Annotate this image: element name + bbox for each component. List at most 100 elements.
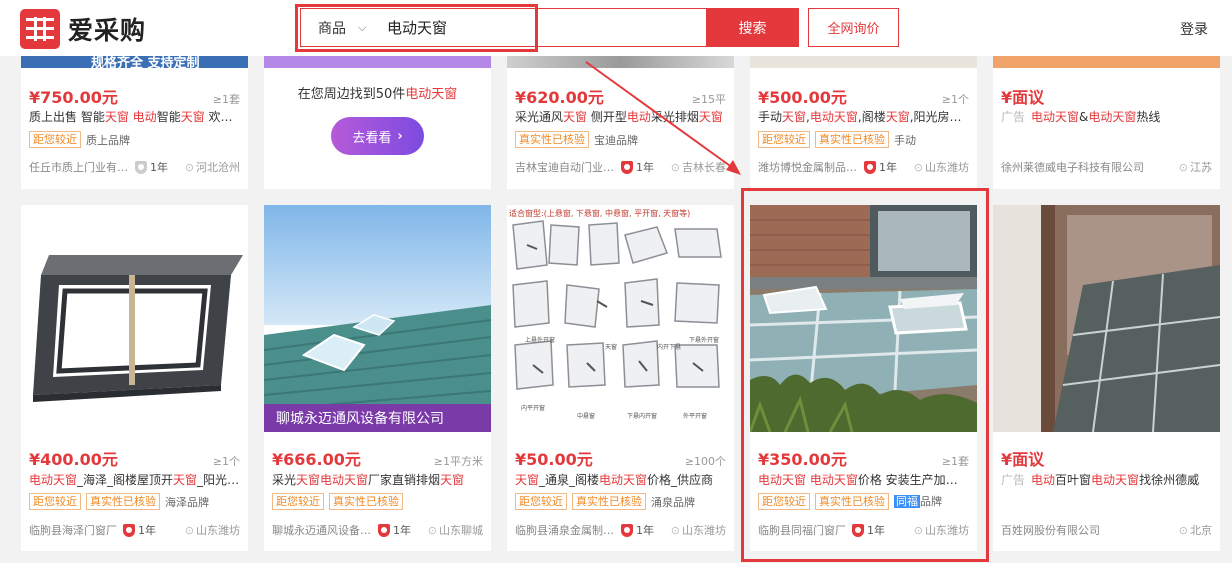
photo-watermark-text: 聊城永迈通风设备有限公司 — [276, 411, 444, 427]
search-category-select[interactable]: 商品 ⌵ — [301, 18, 379, 38]
brand-label: 质上品牌 — [86, 133, 130, 147]
product-image[interactable] — [507, 56, 734, 68]
seller-location: 江苏 — [1190, 161, 1212, 174]
seller-name[interactable]: 百姓网股份有限公司 — [1001, 522, 1100, 538]
product-price: ¥面议 — [1001, 450, 1045, 469]
product-card[interactable]: ¥350.00元 ≥1套 电动天窗 电动天窗价格 安装生产加工厂家 距您较近 真… — [750, 205, 977, 551]
seller-name[interactable]: 临朐县海泽门窗厂 — [29, 522, 117, 538]
product-card[interactable]: ¥400.00元 ≥1个 电动天窗_海泽_阁楼屋顶开天窗_阳光房天窗 距您较近 … — [21, 205, 248, 551]
seller-location: 吉林长春 — [682, 161, 726, 174]
ad-card[interactable]: ¥面议 广告 电动百叶窗电动天窗找徐州德威 百姓网股份有限公司 ⊙ 北京 — [993, 205, 1220, 551]
tag-verified: 真实性已核验 — [515, 131, 589, 148]
product-title[interactable]: 质上出售 智能天窗 电动智能天窗 欢迎选购 — [29, 108, 240, 125]
seller-location: 河北沧州 — [196, 161, 240, 174]
go-see-label: 去看看 — [352, 130, 392, 146]
card-top-strip — [264, 56, 491, 68]
location-pin-icon: ⊙ — [1178, 161, 1188, 174]
product-title[interactable]: 手动天窗,电动天窗,阁楼天窗,阳光房天窗 — [758, 108, 969, 125]
product-price: ¥面议 — [1001, 88, 1045, 107]
product-card[interactable]: ¥620.00元 ≥15平 采光通风天窗 侧开型电动采光排烟天窗 真实性已核验 … — [507, 56, 734, 189]
product-price: ¥350.00元 — [758, 450, 847, 469]
tag-verified: 真实性已核验 — [329, 493, 403, 510]
inquiry-button[interactable]: 全网询价 — [808, 8, 899, 47]
top-header: 爱采购 商品 ⌵ 搜索 全网询价 登录 — [0, 0, 1232, 56]
seller-name[interactable]: 临朐县同福门窗厂 — [758, 522, 846, 538]
seller-years: 1年 — [867, 524, 885, 537]
shield-icon — [378, 523, 390, 537]
product-image[interactable]: 聊城永迈通风设备有限公司 — [264, 205, 491, 432]
ad-title[interactable]: 广告 电动百叶窗电动天窗找徐州德威 — [1001, 471, 1212, 488]
min-order: ≥100个 — [684, 455, 726, 468]
seller-name[interactable]: 吉林宝迪自动门业有限公司 — [515, 159, 615, 175]
go-see-button[interactable]: 去看看 › — [331, 117, 424, 155]
product-price: ¥750.00元 — [29, 88, 118, 107]
seller-line: 潍坊博悦金属制品有限公司 1年 ⊙山东潍坊 — [758, 159, 969, 175]
login-link[interactable]: 登录 — [1180, 19, 1208, 39]
location-pin-icon: ⊙ — [670, 161, 680, 174]
product-image[interactable]: 适合窗型:(上悬窗, 下悬窗, 中悬窗, 平开窗, 天窗等) 上悬外开窗 天窗 … — [507, 205, 734, 432]
product-tags: 真实性已核验 宝迪品牌 — [515, 131, 638, 148]
tag-verified: 真实性已核验 — [815, 131, 889, 148]
seller-location: 山东潍坊 — [925, 524, 969, 537]
ad-card[interactable]: ¥面议 广告 电动天窗&电动天窗热线 徐州莱德威电子科技有限公司 ⊙ 江苏 — [993, 56, 1220, 189]
location-pin-icon: ⊙ — [670, 524, 680, 537]
product-price: ¥666.00元 — [272, 450, 361, 469]
product-card[interactable]: ¥500.00元 ≥1个 手动天窗,电动天窗,阁楼天窗,阳光房天窗 距您较近 真… — [750, 56, 977, 189]
seller-name[interactable]: 徐州莱德威电子科技有限公司 — [1001, 159, 1144, 175]
seller-location: 山东潍坊 — [925, 161, 969, 174]
seller-name[interactable]: 任丘市质上门业有限公司 — [29, 159, 129, 175]
min-order: ≥1套 — [212, 93, 240, 106]
product-title[interactable]: 采光通风天窗 侧开型电动采光排烟天窗 — [515, 108, 726, 125]
tag-verified: 真实性已核验 — [86, 493, 160, 510]
product-tags: 距您较近 真实性已核验 涌泉品牌 — [515, 493, 695, 510]
product-price: ¥500.00元 — [758, 88, 847, 107]
seller-line: 任丘市质上门业有限公司 1年 ⊙河北沧州 — [29, 159, 240, 175]
ad-image[interactable] — [993, 56, 1220, 68]
seller-years: 1年 — [393, 524, 411, 537]
location-pin-icon: ⊙ — [913, 524, 923, 537]
seller-location: 山东潍坊 — [196, 524, 240, 537]
product-tags: 距您较近 真实性已核验 — [272, 493, 403, 510]
product-image[interactable] — [21, 205, 248, 432]
logo-icon — [20, 9, 60, 49]
product-title[interactable]: 电动天窗_海泽_阁楼屋顶开天窗_阳光房天窗 — [29, 471, 240, 488]
seller-name[interactable]: 聊城永迈通风设备有限公司 — [272, 522, 372, 538]
product-image[interactable]: 规格齐全 支持定制 — [21, 56, 248, 68]
search-input[interactable] — [387, 18, 687, 37]
shield-icon — [621, 160, 633, 174]
product-price: ¥50.00元 — [515, 450, 593, 469]
location-pin-icon: ⊙ — [184, 524, 194, 537]
product-image[interactable] — [750, 205, 977, 432]
ad-title[interactable]: 广告 电动天窗&电动天窗热线 — [1001, 108, 1212, 125]
seller-line: 临朐县涌泉金属制品厂 1年 ⊙ 山东潍坊 — [515, 522, 726, 538]
nearby-text: 在您周边找到50件电动天窗 — [297, 87, 458, 102]
product-card[interactable]: 适合窗型:(上悬窗, 下悬窗, 中悬窗, 平开窗, 天窗等) 上悬外开窗 天窗 … — [507, 205, 734, 551]
min-order: ≥1个 — [212, 455, 240, 468]
diagram-label: 中悬窗 — [577, 413, 596, 420]
product-card[interactable]: 规格齐全 支持定制 ¥750.00元 ≥1套 质上出售 智能天窗 电动智能天窗 … — [21, 56, 248, 189]
seller-name[interactable]: 潍坊博悦金属制品有限公司 — [758, 159, 858, 175]
tag-nearby: 距您较近 — [515, 493, 567, 510]
tag-verified: 真实性已核验 — [815, 493, 889, 510]
ad-image[interactable] — [993, 205, 1220, 432]
shield-icon — [135, 160, 147, 174]
tag-nearby: 距您较近 — [29, 131, 81, 148]
min-order: ≥15平 — [691, 93, 726, 106]
seller-name[interactable]: 临朐县涌泉金属制品厂 — [515, 522, 615, 538]
diagram-label: 内平开窗 — [521, 405, 546, 412]
seller-line: 聊城永迈通风设备有限公司 1年 ⊙山东聊城 — [272, 522, 483, 538]
product-image[interactable] — [750, 56, 977, 68]
tag-verified: 真实性已核验 — [572, 493, 646, 510]
product-title[interactable]: 电动天窗 电动天窗价格 安装生产加工厂家 — [758, 471, 969, 488]
product-card[interactable]: 聊城永迈通风设备有限公司 ¥666.00元 ≥1平方米 采光天窗电动天窗厂家直销… — [264, 205, 491, 551]
seller-location: 北京 — [1190, 524, 1212, 537]
seller-years: 1年 — [138, 524, 156, 537]
product-title[interactable]: 天窗_通泉_阁楼电动天窗价格_供应商 — [515, 471, 726, 488]
search-button[interactable]: 搜索 — [706, 8, 799, 47]
brand-highlight: 同福 — [894, 495, 920, 508]
diagram-label: 下悬外开窗 — [689, 337, 720, 344]
seller-line: 徐州莱德威电子科技有限公司 ⊙ 江苏 — [1001, 159, 1212, 175]
product-title[interactable]: 采光天窗电动天窗厂家直销排烟天窗 — [272, 471, 483, 488]
seller-years: 1年 — [150, 161, 168, 174]
site-logo[interactable]: 爱采购 — [20, 9, 146, 49]
